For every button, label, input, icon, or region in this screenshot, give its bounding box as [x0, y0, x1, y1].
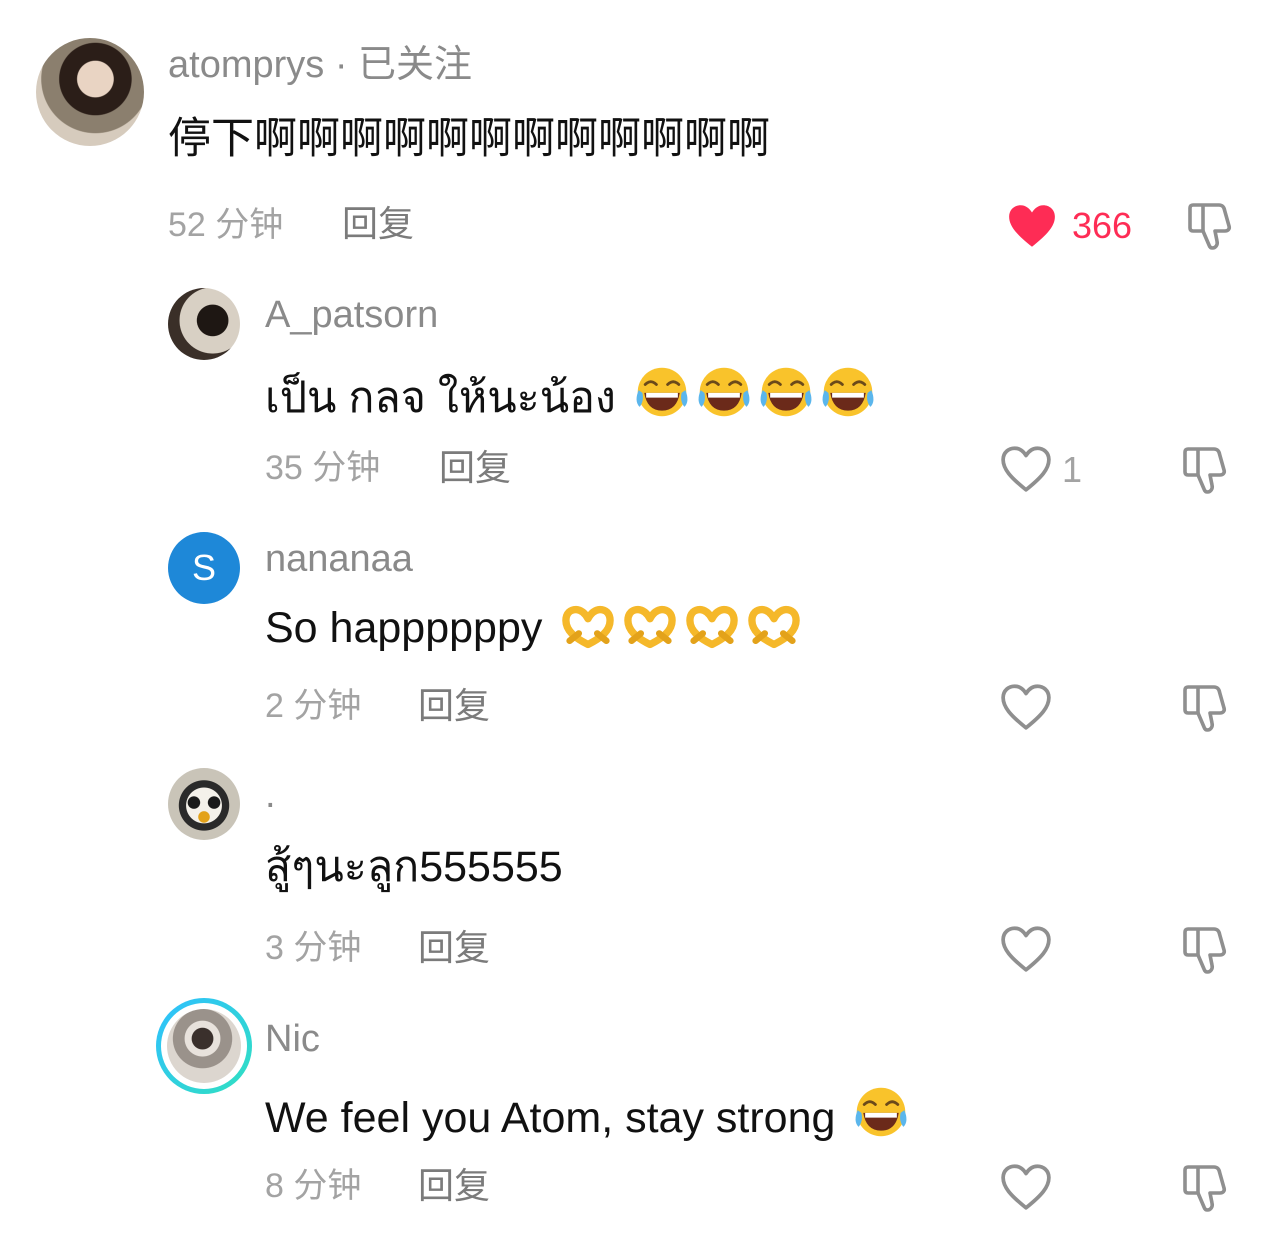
reply-button[interactable]: 回复 — [418, 688, 490, 724]
comment-username[interactable]: . — [265, 776, 276, 814]
avatar-image — [161, 1003, 247, 1089]
thumbs-down-icon[interactable] — [1181, 444, 1231, 496]
thumbs-down-icon[interactable] — [1181, 1162, 1231, 1214]
avatar-letter: S — [191, 547, 216, 588]
comment-text: So happppppy — [265, 604, 543, 652]
comment-text: We feel you Atom, stay strong — [265, 1094, 836, 1142]
reply-button[interactable]: 回复 — [418, 1168, 490, 1204]
reply-button[interactable]: 回复 — [418, 930, 490, 966]
heart-hands-icon — [684, 604, 740, 650]
face-with-tears-of-joy-icon — [758, 364, 814, 420]
heart-hands-icon — [560, 604, 616, 650]
comment-username[interactable]: A_patsorn — [265, 296, 438, 334]
thumbs-down-icon[interactable] — [1181, 924, 1231, 976]
thumbs-down-icon[interactable] — [1186, 200, 1236, 252]
heart-outline-icon[interactable] — [1000, 683, 1052, 731]
reply-button[interactable]: 回复 — [439, 450, 511, 486]
comment-username[interactable]: atomprys — [168, 44, 324, 86]
comment-time: 52 分钟 — [168, 206, 284, 244]
comment-time: 3 分钟 — [265, 929, 362, 967]
face-with-tears-of-joy-icon — [696, 364, 752, 420]
avatar[interactable]: S — [168, 532, 240, 604]
comment-text: 停下啊啊啊啊啊啊啊啊啊啊啊啊 — [168, 115, 770, 163]
face-with-tears-of-joy-icon — [853, 1084, 909, 1140]
like-count: 1 — [1062, 449, 1083, 490]
comment-time: 35 分钟 — [265, 449, 381, 487]
heart-filled-icon[interactable] — [1006, 202, 1058, 250]
comment-text: สู้ๆนะลูก555555 — [265, 843, 563, 891]
heart-outline-icon[interactable] — [1000, 925, 1052, 973]
like-count: 366 — [1072, 205, 1133, 246]
comment-text: เป็น กลจ ให้นะน้อง — [265, 374, 616, 422]
avatar[interactable] — [168, 288, 240, 360]
heart-hands-icon — [622, 604, 678, 650]
heart-hands-icon — [746, 604, 802, 650]
thumbs-down-icon[interactable] — [1181, 682, 1231, 734]
avatar[interactable] — [168, 768, 240, 840]
avatar[interactable] — [156, 998, 252, 1094]
comment-username[interactable]: nananaa — [265, 540, 413, 578]
comment-username[interactable]: Nic — [265, 1020, 320, 1058]
avatar[interactable] — [36, 38, 144, 146]
face-with-tears-of-joy-icon — [820, 364, 876, 420]
comment-time: 2 分钟 — [265, 687, 362, 725]
follow-status: · 已关注 — [334, 44, 473, 86]
face-with-tears-of-joy-icon — [634, 364, 690, 420]
heart-outline-icon[interactable] — [1000, 445, 1052, 493]
heart-outline-icon[interactable] — [1000, 1163, 1052, 1211]
comment-time: 8 分钟 — [265, 1167, 362, 1205]
reply-button[interactable]: 回复 — [342, 206, 414, 242]
